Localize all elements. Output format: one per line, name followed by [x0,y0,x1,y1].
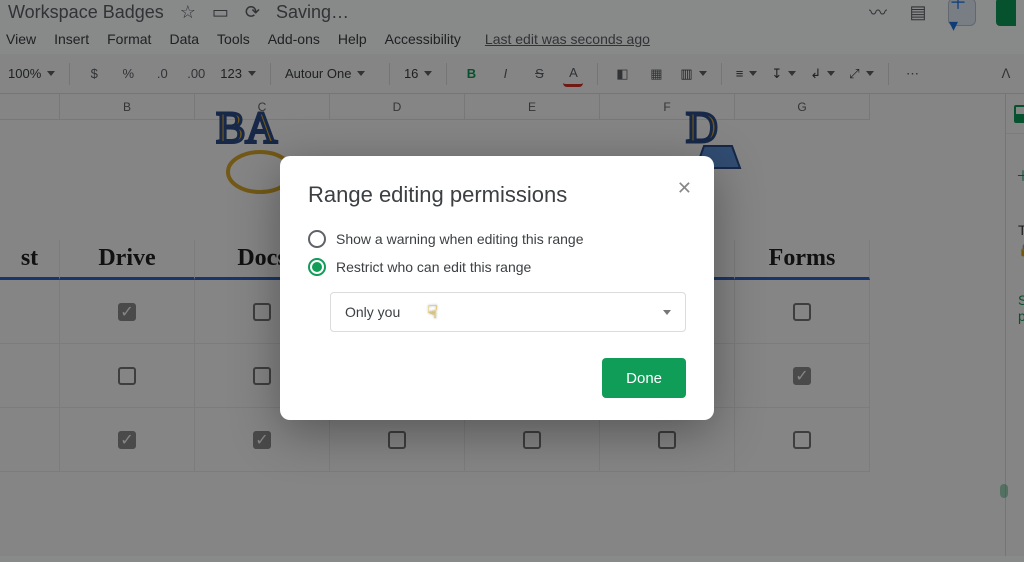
checkbox[interactable] [523,431,541,449]
halign-button[interactable]: ≡ [736,66,758,81]
cell[interactable]: ✓ [735,344,870,408]
text-color-button[interactable]: A [563,61,583,87]
comments-icon[interactable]: ▤ [908,0,928,25]
scroll-handle[interactable] [1000,484,1008,498]
saving-status: Saving… [276,2,349,23]
menu-format[interactable]: Format [107,31,151,47]
menu-help[interactable]: Help [338,31,367,47]
cell[interactable]: ✓ [60,280,195,344]
menu-view[interactable]: View [6,31,36,47]
font-dropdown[interactable]: Autour One [285,66,375,81]
menu-addons[interactable]: Add-ons [268,31,320,47]
radio-restrict-label: Restrict who can edit this range [336,259,531,275]
hdr-forms: Forms [735,240,870,280]
last-edit-link[interactable]: Last edit was seconds ago [485,31,650,47]
format-currency[interactable]: $ [84,61,104,87]
insights-icon[interactable]: 〰 [868,0,888,25]
title-bar: Workspace Badges ☆ ▭ ⟳ Saving… 〰 ▤ ＋▾ [0,0,1024,24]
menu-accessibility[interactable]: Accessibility [385,31,461,47]
col-E[interactable]: E [465,94,600,120]
who-can-edit-dropdown[interactable]: Only you ☟ [330,292,686,332]
col-blank [0,94,60,120]
hdr-drive: Drive [60,240,195,280]
row-lead [0,408,60,472]
increase-decimal[interactable]: .00 [186,61,206,87]
star-icon[interactable]: ☆ [180,2,196,23]
wrap-button[interactable]: ↲ [810,66,835,82]
col-F[interactable]: F [600,94,735,120]
protected-icon [1014,105,1024,123]
checkbox[interactable] [253,303,271,321]
cloud-icon: ⟳ [245,2,260,23]
more-toolbar[interactable]: ⋯ [903,61,923,87]
chevron-down-icon [663,310,671,315]
mouse-cursor-icon: ☟ [427,302,438,323]
format-percent[interactable]: % [118,61,138,87]
merge-button[interactable]: ▥ [680,66,706,82]
cell[interactable]: ✓ [60,408,195,472]
range-permissions-dialog: Range editing permissions ✕ Show a warni… [280,156,714,420]
doc-title[interactable]: Workspace Badges [8,2,164,23]
hdr-st: st [0,240,60,280]
checkbox[interactable] [118,367,136,385]
menu-tools[interactable]: Tools [217,31,250,47]
show-all-protected-link[interactable]: Show all protected ran [1006,272,1024,344]
checkbox[interactable]: ✓ [793,367,811,385]
range-entry-teacher[interactable]: Teacher 🔒 Can edit [1006,218,1024,272]
row-lead [0,280,60,344]
toolbar: 100% $ % .0 .00 123 Autour One 16 B I S … [0,54,1024,94]
checkbox[interactable]: ✓ [118,431,136,449]
col-D[interactable]: D [330,94,465,120]
radio-selected-icon [308,258,326,276]
plus-icon: ＋ [1016,166,1024,186]
column-headers: B C D E F G [0,94,1005,120]
menu-data[interactable]: Data [169,31,199,47]
strike-button[interactable]: S [529,61,549,87]
radio-restrict[interactable]: Restrict who can edit this range [308,258,686,276]
close-icon[interactable]: ✕ [677,178,692,199]
row-lead [0,344,60,408]
checkbox[interactable] [253,367,271,385]
cell[interactable] [735,280,870,344]
italic-button[interactable]: I [495,61,515,87]
checkbox[interactable]: ✓ [118,303,136,321]
font-size-dropdown[interactable]: 16 [404,66,432,81]
cell[interactable] [60,344,195,408]
more-formats[interactable]: 123 [220,66,256,81]
done-button[interactable]: Done [602,358,686,398]
dropdown-value: Only you [345,304,400,320]
checkbox[interactable] [388,431,406,449]
share-button[interactable]: ＋▾ [948,0,976,26]
checkbox[interactable]: ✓ [253,431,271,449]
zoom-dropdown[interactable]: 100% [8,66,55,81]
checkbox[interactable] [658,431,676,449]
checkbox[interactable] [793,303,811,321]
dialog-title: Range editing permissions [308,182,686,208]
cell[interactable] [735,408,870,472]
lock-icon: 🔒 [1018,242,1024,258]
col-B[interactable]: B [60,94,195,120]
col-G[interactable]: G [735,94,870,120]
account-avatar[interactable] [996,0,1016,26]
col-C[interactable]: C [195,94,330,120]
rotate-button[interactable]: ⤢ [849,66,873,82]
valign-button[interactable]: ↧ [771,66,796,82]
radio-unselected-icon [308,230,326,248]
range-name: Teacher [1018,222,1024,238]
radio-show-warning[interactable]: Show a warning when editing this range [308,230,686,248]
menu-insert[interactable]: Insert [54,31,89,47]
fill-color-button[interactable]: ◧ [612,61,632,87]
bold-button[interactable]: B [461,61,481,87]
move-icon[interactable]: ▭ [212,2,229,23]
collapse-toolbar-icon[interactable]: ᐱ [996,61,1016,87]
borders-button[interactable]: ▦ [646,61,666,87]
decrease-decimal[interactable]: .0 [152,61,172,87]
add-sheet-range-link[interactable]: ＋ Add a sheet or rang [1006,134,1024,218]
radio-warning-label: Show a warning when editing this range [336,231,584,247]
menu-bar: View Insert Format Data Tools Add-ons He… [0,24,1024,54]
checkbox[interactable] [793,431,811,449]
